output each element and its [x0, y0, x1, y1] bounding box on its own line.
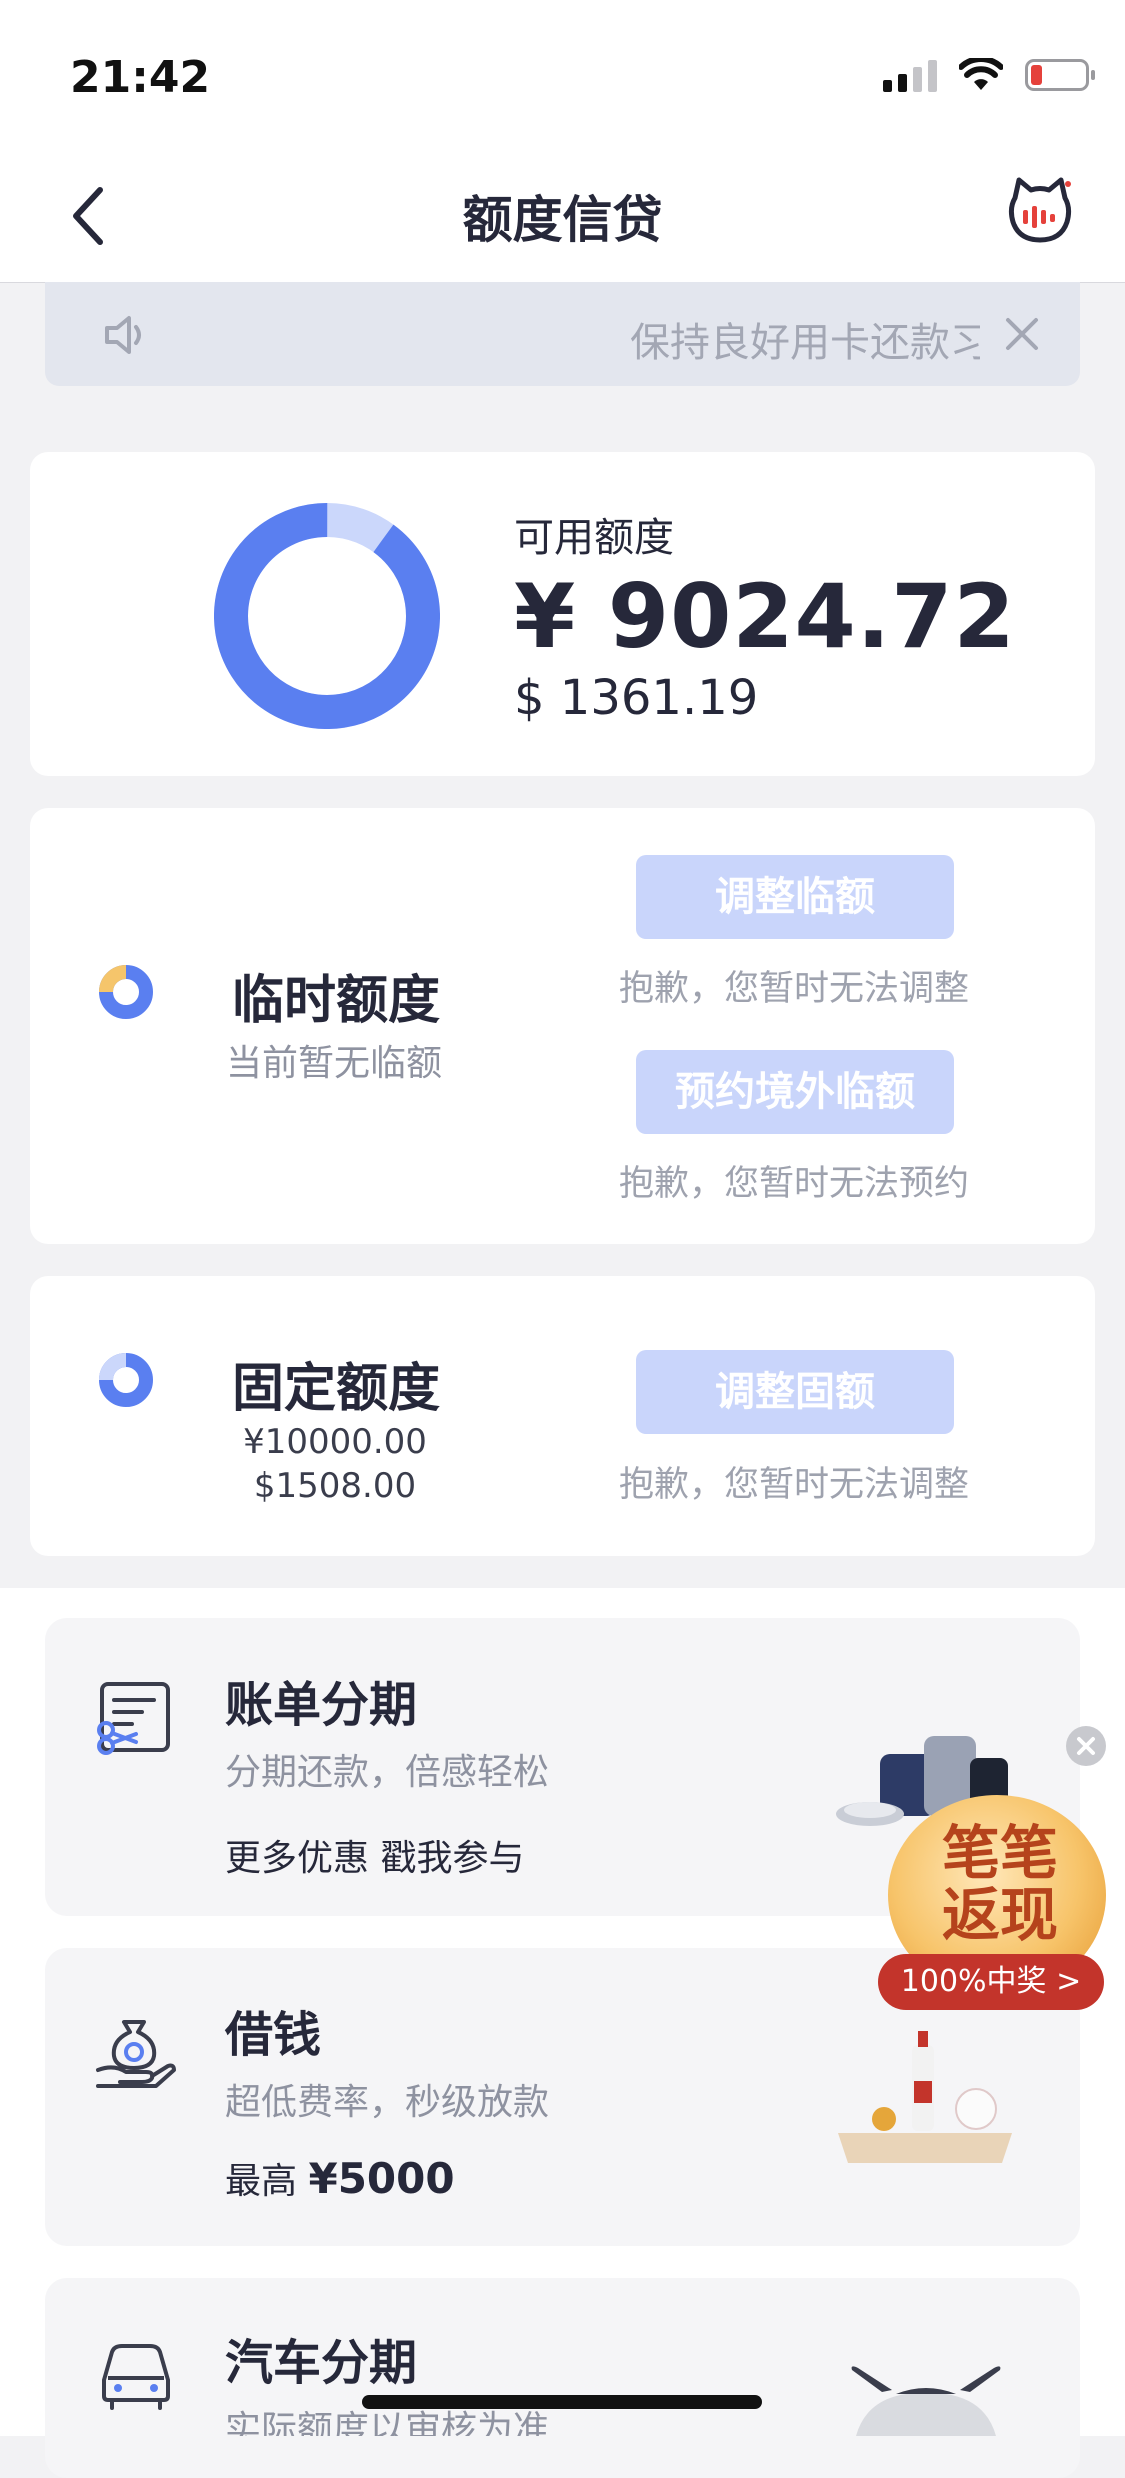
reserve-overseas-note: 抱歉，您暂时无法预约 [618, 1164, 969, 1204]
cellular-signal-icon [883, 58, 937, 92]
adjust-temporary-note: 抱歉，您暂时无法调整 [618, 969, 969, 1009]
car-image [851, 2366, 1001, 2436]
service-sub: 超低费率，秒级放款 [225, 2082, 550, 2123]
car-icon [102, 2344, 170, 2410]
promo-badge-button[interactable]: 100%中奖 > [878, 1954, 1104, 2010]
status-time: 21:42 [70, 52, 211, 103]
promo-title[interactable]: 笔笔 返现 [895, 1822, 1105, 1946]
service-extra: 最高 ¥5000 [225, 2152, 455, 2204]
promo-title-line1: 笔笔 [941, 1819, 1058, 1887]
service-sub: 分期还款，倍感轻松 [225, 1752, 550, 1793]
promo-title-line2: 返现 [941, 1881, 1058, 1949]
fixed-credit-title: 固定额度 [232, 1359, 441, 1419]
gift-set-image [838, 2031, 1012, 2163]
fixed-credit-pie-icon [99, 1353, 153, 1407]
speaker-icon [103, 315, 149, 359]
available-amount-cny: ¥ 9024.72 [514, 565, 1016, 668]
money-bag-hand-icon [96, 2020, 176, 2088]
service-title: 账单分期 [225, 1677, 418, 1733]
reserve-overseas-button[interactable]: 预约境外临额 [636, 1050, 954, 1134]
promo-close-button[interactable] [1066, 1726, 1106, 1766]
service-title: 借钱 [225, 2007, 322, 2063]
fixed-credit-cny: ¥10000.00 [243, 1422, 427, 1462]
assistant-cat-icon[interactable] [1005, 176, 1075, 246]
battery-icon [1025, 59, 1095, 91]
bill-scissors-icon [97, 1682, 170, 1755]
temporary-credit-pie-icon [99, 965, 153, 1019]
adjust-fixed-note: 抱歉，您暂时无法调整 [618, 1465, 969, 1505]
notice-bar: 保持良好用卡还款习惯 [45, 282, 1080, 386]
available-amount-usd: $ 1361.19 [514, 670, 759, 726]
notice-text: 保持良好用卡还款习惯 [630, 320, 980, 366]
available-credit-ring [214, 503, 440, 729]
service-title: 汽车分期 [225, 2335, 418, 2391]
temporary-credit-title: 临时额度 [232, 971, 441, 1031]
service-extra: 更多优惠 戳我参与 [225, 1838, 525, 1879]
temporary-credit-sub: 当前暂无临额 [226, 1043, 443, 1084]
close-icon [1077, 1737, 1095, 1755]
status-icons [883, 58, 1095, 92]
fixed-credit-usd: $1508.00 [253, 1466, 417, 1506]
adjust-temporary-button[interactable]: 调整临额 [636, 855, 954, 939]
close-icon[interactable] [1002, 314, 1042, 354]
adjust-fixed-button[interactable]: 调整固额 [636, 1350, 954, 1434]
service-extra-value: ¥5000 [308, 2154, 455, 2203]
page-title: 额度信贷 [462, 191, 663, 249]
service-extra-prefix: 最高 [225, 2161, 298, 2202]
home-indicator [362, 2395, 762, 2409]
wifi-icon [959, 58, 1003, 92]
available-label: 可用额度 [514, 515, 674, 561]
